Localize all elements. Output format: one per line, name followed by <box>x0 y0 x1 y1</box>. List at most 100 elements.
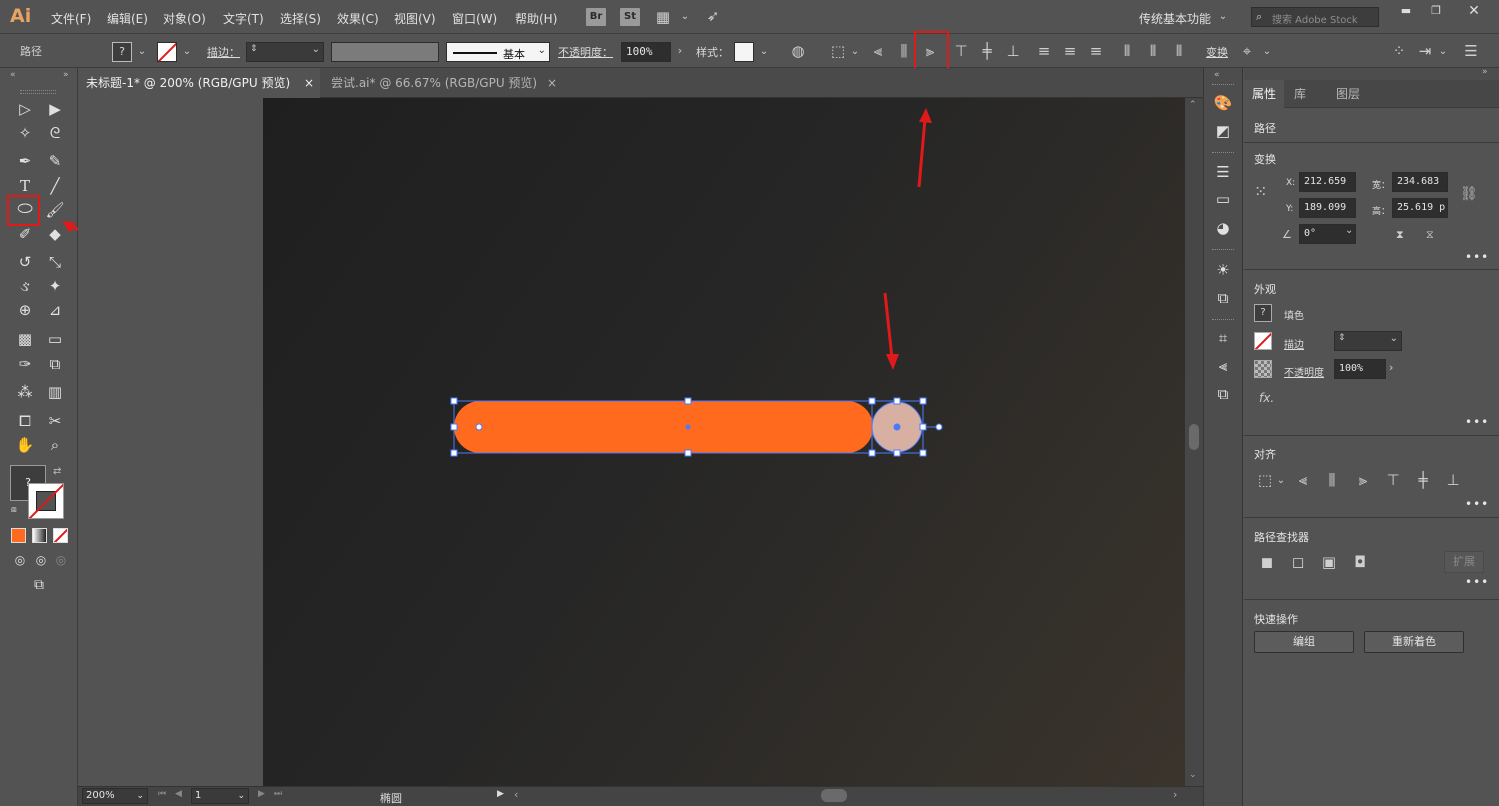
orange-pill-shape[interactable] <box>454 401 873 453</box>
gpu-rocket-icon[interactable]: ➶ <box>704 8 722 24</box>
close-window-button[interactable]: ✕ <box>1452 0 1496 22</box>
align-panel-icon[interactable]: ⫷ <box>1212 356 1234 376</box>
horizontal-align-center-icon[interactable]: ⫼ <box>895 43 913 59</box>
chevron-down-icon[interactable]: ⌄ <box>178 44 196 60</box>
more-options-icon[interactable]: ••• <box>1465 575 1489 589</box>
tab-untitled-1[interactable]: 未标题-1* @ 200% (RGB/GPU 预览) × <box>78 68 320 98</box>
menu-help[interactable]: 帮助(H) <box>515 10 557 27</box>
more-options-icon[interactable]: ••• <box>1465 497 1489 511</box>
transparency-panel-icon[interactable]: ◕ <box>1212 218 1234 238</box>
chevron-down-icon[interactable]: ⌄ <box>1434 44 1452 60</box>
intersect-icon[interactable]: ▣ <box>1320 554 1338 570</box>
mesh-tool-icon[interactable]: ▩ <box>14 329 36 349</box>
chevron-down-icon[interactable]: ⌄ <box>1390 333 1398 344</box>
panel-opacity-field[interactable]: 100% <box>1334 359 1386 379</box>
chevron-down-icon[interactable]: ⌄ <box>1345 225 1353 236</box>
horizontal-distribute-right-icon[interactable]: ⦀ <box>1170 43 1188 59</box>
line-tool-icon[interactable]: ╱ <box>44 176 66 196</box>
zoom-tool-icon[interactable]: ⌕ <box>44 435 66 455</box>
menu-view[interactable]: 视图(V) <box>394 10 436 27</box>
warp-tool-icon[interactable]: ઙ <box>14 276 36 296</box>
next-artboard-icon[interactable]: ▶ <box>258 789 265 799</box>
draw-normal-icon[interactable]: ◎ <box>9 550 31 570</box>
vertical-align-bottom-icon[interactable]: ⊥ <box>1444 472 1462 488</box>
horizontal-scroll-thumb[interactable] <box>821 789 847 802</box>
status-menu-icon[interactable]: ▶ <box>497 789 504 799</box>
x-field[interactable]: 212.659 <box>1299 172 1356 192</box>
opacity-label[interactable]: 不透明度： <box>558 44 613 60</box>
vertical-align-top-icon[interactable]: ⊤ <box>952 43 970 59</box>
direct-selection-tool-icon[interactable]: ▶ <box>44 99 66 119</box>
vertical-align-center-icon[interactable]: ╪ <box>978 43 996 59</box>
slice-tool-icon[interactable]: ✂ <box>44 411 66 431</box>
eyedropper-tool-icon[interactable]: ✑ <box>14 354 36 374</box>
pen-tool-icon[interactable]: ✒ <box>14 151 36 171</box>
prev-artboard-icon[interactable]: ◀ <box>175 789 182 799</box>
minimize-button[interactable]: ▬ <box>1391 0 1421 22</box>
type-tool-icon[interactable]: T <box>14 176 36 196</box>
tab-try-ai[interactable]: 尝试.ai* @ 66.67% (RGB/GPU 预览) × <box>323 68 563 98</box>
lasso-tool-icon[interactable]: ᘓ <box>44 123 66 143</box>
color-guide-icon[interactable]: ◩ <box>1212 121 1234 141</box>
group-button[interactable]: 编组 <box>1254 631 1354 653</box>
align-menu-icon[interactable]: ⇥ <box>1416 43 1434 59</box>
more-options-icon[interactable]: ••• <box>1465 415 1489 429</box>
horizontal-distribute-left-icon[interactable]: ⦀ <box>1118 43 1136 59</box>
close-icon[interactable]: × <box>304 68 314 98</box>
menu-window[interactable]: 窗口(W) <box>452 10 497 27</box>
puppet-warp-tool-icon[interactable]: ✦ <box>44 276 66 296</box>
stock-button[interactable]: St <box>620 8 640 26</box>
scroll-up-icon[interactable]: ⌃ <box>1189 100 1197 110</box>
bridge-button[interactable]: Br <box>586 8 606 26</box>
vertical-align-top-icon[interactable]: ⊤ <box>1384 472 1402 488</box>
panel-opacity-label[interactable]: 不透明度 <box>1284 364 1324 379</box>
flip-vertical-icon[interactable]: ⧖ <box>1426 228 1434 242</box>
shaper-tool-icon[interactable]: ✐ <box>14 224 36 244</box>
fill-swatch[interactable]: ? <box>112 42 132 62</box>
vertical-scrollbar[interactable]: ⌃ ⌄ <box>1185 98 1203 786</box>
height-field[interactable]: 25.619 p <box>1392 198 1448 218</box>
tab-layers[interactable]: 图层 <box>1328 80 1368 108</box>
panel-fill-swatch[interactable]: ? <box>1254 304 1272 322</box>
transform-panel-icon[interactable]: ⌗ <box>1212 328 1234 348</box>
menu-object[interactable]: 对象(O) <box>163 10 206 27</box>
vertical-distribute-top-icon[interactable]: ≡ <box>1035 43 1053 59</box>
menu-effect[interactable]: 效果(C) <box>337 10 379 27</box>
none-mode-button[interactable] <box>53 528 68 543</box>
panel-grip[interactable] <box>1212 84 1234 87</box>
vertical-align-bottom-icon[interactable]: ⊥ <box>1004 43 1022 59</box>
chevron-down-icon[interactable]: ⌄ <box>676 9 694 25</box>
gradient-panel-icon[interactable]: ▭ <box>1212 189 1234 209</box>
vertical-distribute-center-icon[interactable]: ≡ <box>1061 43 1079 59</box>
rotate-tool-icon[interactable]: ↺ <box>14 252 36 272</box>
expand-icon[interactable]: » <box>63 70 69 80</box>
stroke-panel-icon[interactable]: ☰ <box>1212 162 1234 182</box>
effects-icon[interactable]: fx. <box>1259 391 1274 405</box>
chevron-right-icon[interactable]: › <box>1389 361 1393 374</box>
menu-select[interactable]: 选择(S) <box>280 10 321 27</box>
gradient-mode-button[interactable] <box>32 528 47 543</box>
arrange-icon[interactable]: ⁘ <box>1390 43 1408 59</box>
scrollbar-thumb[interactable] <box>1189 424 1199 450</box>
expand-button[interactable]: 扩展 <box>1444 551 1484 573</box>
curvature-tool-icon[interactable]: ✎ <box>44 151 66 171</box>
horizontal-align-right-icon[interactable]: ⫸ <box>1354 472 1372 488</box>
y-field[interactable]: 189.099 <box>1299 198 1356 218</box>
shape-builder-tool-icon[interactable]: ⊕ <box>14 300 36 320</box>
scroll-right-icon[interactable]: › <box>1173 788 1177 801</box>
reference-point-icon[interactable]: ⁙ <box>1254 182 1267 201</box>
chevron-down-icon[interactable]: ⌄ <box>1214 9 1232 25</box>
chevron-down-icon[interactable]: ⌄ <box>846 44 864 60</box>
selected-artwork[interactable] <box>440 380 960 480</box>
perspective-grid-tool-icon[interactable]: ⊿ <box>44 300 66 320</box>
symbol-sprayer-tool-icon[interactable]: ⁂ <box>14 382 36 402</box>
draw-inside-icon[interactable]: ◎ <box>50 550 72 570</box>
expand-icon[interactable]: » <box>1482 67 1488 77</box>
color-mode-button[interactable] <box>11 528 26 543</box>
stepper-icon[interactable]: ⇕ <box>1338 333 1346 343</box>
first-artboard-icon[interactable]: ⏮ <box>158 789 166 799</box>
more-options-icon[interactable]: ••• <box>1465 250 1489 264</box>
chevron-down-icon[interactable]: ⌄ <box>755 44 773 60</box>
menu-edit[interactable]: 编辑(E) <box>107 10 148 27</box>
panel-grip[interactable] <box>1212 152 1234 155</box>
